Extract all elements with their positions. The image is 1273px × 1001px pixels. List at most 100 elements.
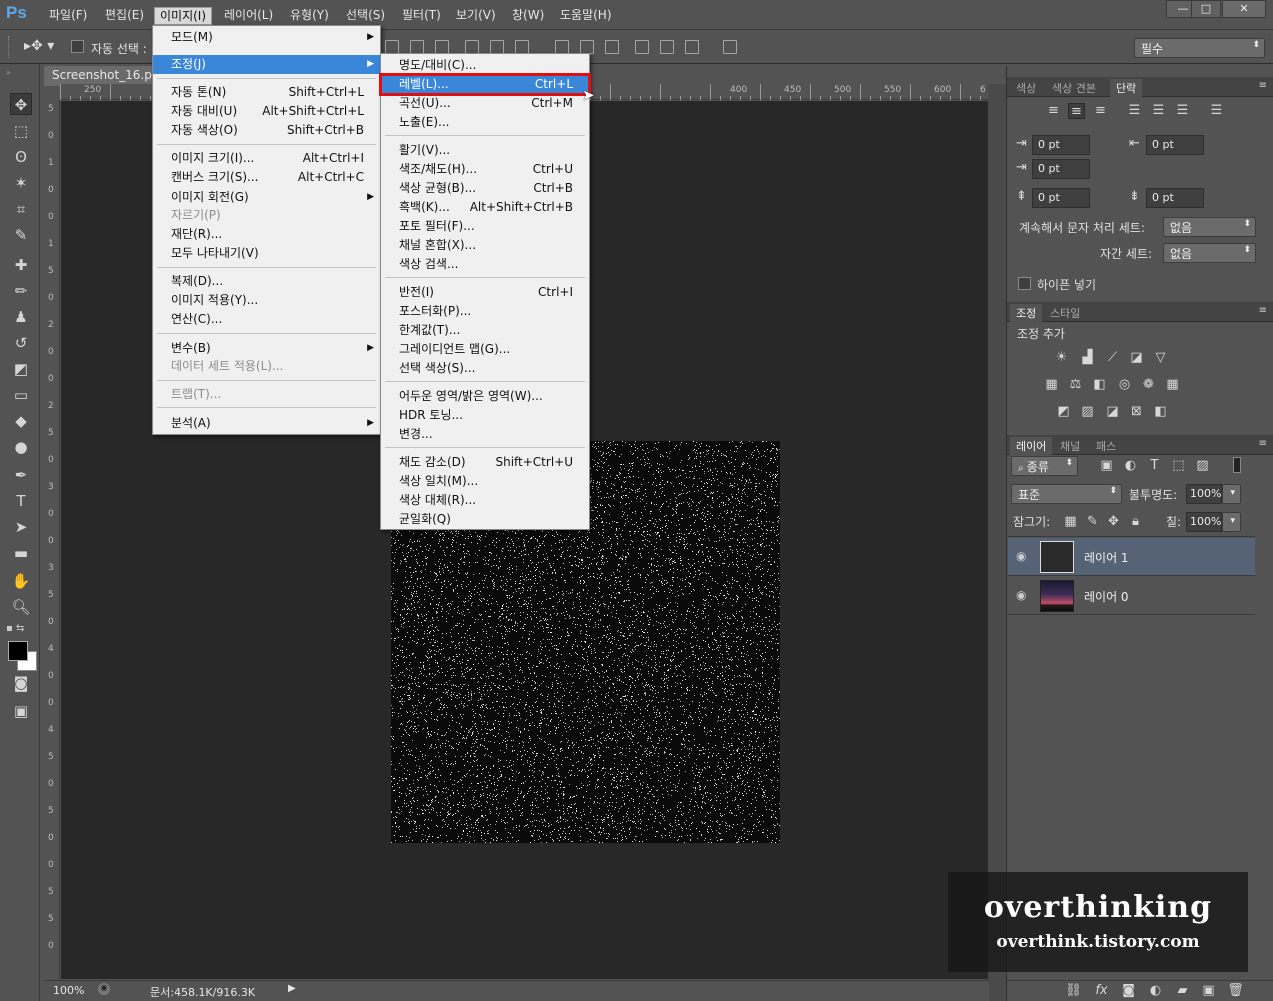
menu-file[interactable]: 파일(F) [44, 7, 92, 25]
new-adjustment-layer-icon[interactable]: ◐ [1147, 983, 1164, 999]
menu-item-variables[interactable]: 변수(B) ▶ [153, 339, 380, 358]
visibility-eye-icon[interactable]: ◉ [1016, 549, 1030, 563]
document-tab[interactable]: Screenshot_16.png [44, 66, 154, 86]
menu-item-photo-filter[interactable]: 포토 필터(F)... [381, 217, 589, 236]
indent-right-field[interactable]: 0 pt [1146, 135, 1204, 155]
layer-row-layer-0[interactable]: ◉ 레이어 0 [1008, 577, 1255, 615]
color-lookup-icon[interactable]: ▦ [1164, 377, 1181, 393]
menu-item-auto-contrast[interactable]: 자동 대비(U) Alt+Shift+Ctrl+L [153, 102, 380, 121]
menu-item-desaturate[interactable]: 채도 감소(D) Shift+Ctrl+U [381, 453, 589, 472]
magic-wand-tool-icon[interactable]: ✶ [10, 172, 32, 194]
menu-type[interactable]: 유형(Y) [285, 7, 334, 25]
history-brush-tool-icon[interactable]: ↺ [10, 332, 32, 354]
close-button[interactable]: ✕ [1222, 0, 1266, 18]
menu-help[interactable]: 도움말(H) [555, 7, 617, 25]
menu-item-image-rotation[interactable]: 이미지 회전(G) ▶ [153, 188, 380, 207]
dodge-tool-icon[interactable]: ● [10, 436, 32, 458]
quick-mask-icon[interactable]: ◙ [10, 672, 32, 694]
menu-item-duplicate[interactable]: 복제(D)... [153, 272, 380, 291]
tab-paragraph[interactable]: 단락 [1110, 79, 1143, 97]
panel-menu-icon[interactable]: ≡ [1259, 305, 1267, 316]
hand-tool-icon[interactable]: ✋ [10, 570, 32, 592]
menu-item-color-balance[interactable]: 색상 균형(B)... Ctrl+B [381, 179, 589, 198]
menu-item-variations[interactable]: 변경... [381, 425, 589, 444]
tab-adjustments[interactable]: 조정 [1010, 304, 1043, 322]
distribute-vcenter-icon[interactable] [580, 40, 594, 54]
black-white-icon[interactable]: ◧ [1091, 377, 1108, 393]
type-tool-icon[interactable]: T [10, 490, 32, 512]
layer-name[interactable]: 레이어 0 [1084, 588, 1129, 605]
tab-styles[interactable]: 스타일 [1044, 304, 1086, 322]
brightness-contrast-icon[interactable]: ☀ [1053, 350, 1070, 366]
panel-menu-icon[interactable]: ≡ [1259, 438, 1267, 449]
filter-pixel-icon[interactable]: ▣ [1098, 458, 1115, 474]
menu-item-hue-saturation[interactable]: 색조/채도(H)... Ctrl+U [381, 160, 589, 179]
menu-image[interactable]: 이미지(I) [154, 7, 213, 25]
menu-item-image-size[interactable]: 이미지 크기(I)... Alt+Ctrl+I [153, 149, 380, 168]
auto-select-checkbox[interactable] [71, 40, 84, 53]
new-layer-icon[interactable]: ▣ [1200, 983, 1217, 999]
kinsoku-select[interactable]: 없음 ⬍ [1163, 217, 1256, 237]
brush-tool-icon[interactable]: ✏ [10, 280, 32, 302]
menu-item-shadows-highlights[interactable]: 어두운 영역/밝은 영역(W)... [381, 387, 589, 406]
layer-name[interactable]: 레이어 1 [1084, 549, 1129, 566]
lock-image-icon[interactable]: ✎ [1084, 514, 1101, 530]
distribute-bottom-icon[interactable] [605, 40, 619, 54]
add-mask-icon[interactable]: ◙ [1120, 983, 1137, 999]
menu-item-exposure[interactable]: 노출(E)... [381, 113, 589, 132]
posterize-icon[interactable]: ▨ [1079, 404, 1096, 420]
foreground-color-swatch[interactable] [8, 641, 28, 661]
align-right-text-icon[interactable]: ≡ [1092, 103, 1109, 119]
menu-item-color-lookup[interactable]: 색상 검색... [381, 255, 589, 274]
curves-icon[interactable]: ⟋ [1104, 350, 1121, 366]
status-info-icon[interactable]: ◉ [98, 983, 110, 995]
menu-item-gradient-map[interactable]: 그레이디언트 맵(G)... [381, 340, 589, 359]
menu-item-curves[interactable]: 곡선(U)... Ctrl+M [381, 94, 589, 113]
screen-mode-icon[interactable]: ▣ [10, 700, 32, 722]
align-right-icon[interactable] [515, 40, 529, 54]
zoom-tool-icon[interactable]: 🔍︎ [10, 596, 32, 618]
move-tool-preset-icon[interactable]: ▸✥ ▾ [24, 38, 54, 54]
move-tool-icon[interactable]: ✥ [10, 93, 32, 115]
lock-all-icon[interactable]: 🔒︎ [1127, 514, 1144, 530]
align-vcenter-icon[interactable] [410, 40, 424, 54]
layer-style-icon[interactable]: fx [1093, 983, 1110, 999]
menu-view[interactable]: 보기(V) [451, 7, 501, 25]
toolbox-collapse-icon[interactable]: » [6, 68, 34, 77]
align-left-icon[interactable] [465, 40, 479, 54]
menu-item-equalize[interactable]: 균일화(Q) [381, 510, 589, 529]
tab-color[interactable]: 색상 [1010, 79, 1042, 97]
hue-saturation-icon[interactable]: ▦ [1043, 377, 1060, 393]
menu-item-canvas-size[interactable]: 캔버스 크기(S)... Alt+Ctrl+C [153, 168, 380, 187]
pen-tool-icon[interactable]: ✒ [10, 464, 32, 486]
link-layers-icon[interactable]: ⛓ [1065, 983, 1082, 999]
distribute-right-icon[interactable] [685, 40, 699, 54]
menu-edit[interactable]: 편집(E) [100, 7, 149, 25]
marquee-tool-icon[interactable]: ⬚ [10, 120, 32, 142]
menu-item-vibrance[interactable]: 활기(V)... [381, 141, 589, 160]
new-group-icon[interactable]: ▰ [1174, 983, 1191, 999]
menu-item-analysis[interactable]: 분석(A) ▶ [153, 414, 380, 433]
align-top-icon[interactable] [385, 40, 399, 54]
justify-all-icon[interactable]: ☰ [1208, 103, 1225, 119]
channel-mixer-icon[interactable]: ❁ [1140, 377, 1157, 393]
space-before-field[interactable]: 0 pt [1032, 188, 1090, 208]
default-colors-icon[interactable]: ▪ ⇆ [6, 623, 24, 634]
tab-channels[interactable]: 채널 [1054, 437, 1086, 455]
layer-filter-select[interactable]: ⌕ 종류 ⬍ [1011, 456, 1078, 476]
eyedropper-tool-icon[interactable]: ✎ [10, 224, 32, 246]
menu-item-match-color[interactable]: 색상 일치(M)... [381, 472, 589, 491]
shape-tool-icon[interactable]: ▬ [10, 542, 32, 564]
align-bottom-icon[interactable] [435, 40, 449, 54]
justify-last-left-icon[interactable]: ☰ [1126, 103, 1143, 119]
fill-field[interactable]: 100% [1186, 512, 1222, 532]
blur-tool-icon[interactable]: ◆ [10, 410, 32, 432]
menu-item-reveal-all[interactable]: 모두 나타내기(V) [153, 244, 380, 263]
distribute-top-icon[interactable] [555, 40, 569, 54]
tab-layers[interactable]: 레이어 [1010, 437, 1053, 455]
menu-item-auto-tone[interactable]: 자동 톤(N) Shift+Ctrl+L [153, 83, 380, 102]
menu-item-replace-color[interactable]: 색상 대체(R)... [381, 491, 589, 510]
filter-toggle-switch[interactable] [1233, 457, 1241, 473]
status-menu-arrow-icon[interactable]: ▶ [288, 983, 296, 994]
menu-item-hdr-toning[interactable]: HDR 토닝... [381, 406, 589, 425]
